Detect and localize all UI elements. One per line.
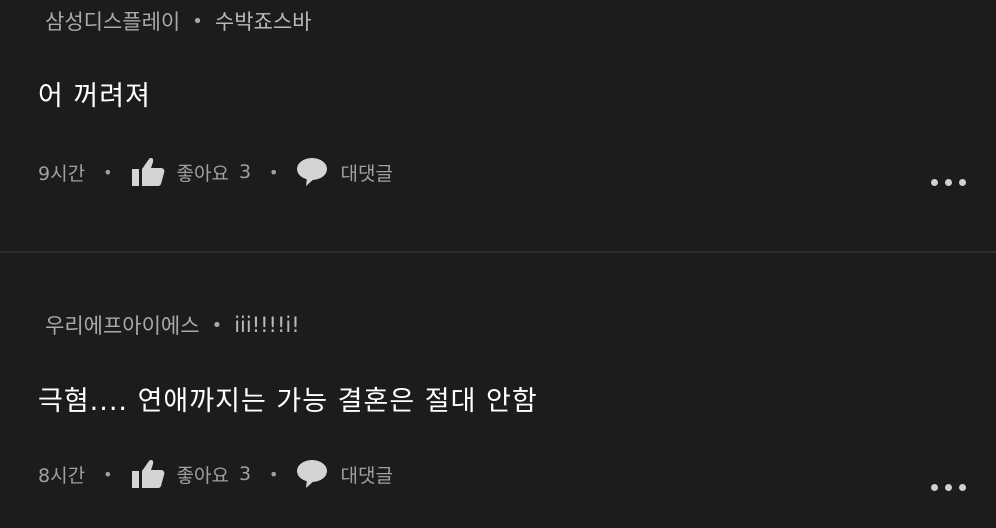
like-label: 좋아요 <box>176 464 229 487</box>
action-separator: • <box>103 162 113 182</box>
more-dots-icon <box>945 484 952 491</box>
meta-separator: • <box>192 10 203 32</box>
like-button[interactable]: 좋아요 3 <box>131 459 252 489</box>
thumbs-up-icon <box>131 157 165 187</box>
author-company[interactable]: 삼성디스플레이 <box>45 6 180 36</box>
comment-meta: 우리에프아이에스 • iii!!!!i! <box>45 310 300 340</box>
more-dots-icon <box>945 179 952 186</box>
reply-label: 대댓글 <box>340 162 393 185</box>
like-label: 좋아요 <box>176 162 229 185</box>
action-separator: • <box>103 464 113 484</box>
comment-meta: 삼성디스플레이 • 수박죠스바 <box>45 6 311 36</box>
reply-label: 대댓글 <box>340 464 393 487</box>
more-dots-icon <box>931 179 938 186</box>
reply-button[interactable]: 대댓글 <box>296 157 393 187</box>
comment-item: 우리에프아이에스 • iii!!!!i! 극혐.... 연애까지는 가능 결혼은… <box>0 253 996 528</box>
like-button[interactable]: 좋아요 3 <box>131 157 252 187</box>
meta-separator: • <box>211 314 223 336</box>
author-company[interactable]: 우리에프아이에스 <box>45 310 200 340</box>
comment-time: 8시간 <box>38 464 86 487</box>
like-count: 3 <box>238 463 252 485</box>
speech-bubble-icon <box>296 157 328 187</box>
comment-actions: 8시간 • 좋아요 3 • 대댓글 <box>38 459 393 489</box>
more-options-button[interactable] <box>931 179 966 186</box>
more-options-button[interactable] <box>931 484 966 491</box>
comment-actions: 9시간 • 좋아요 3 • 대댓글 <box>38 157 393 187</box>
comment-text: 극혐.... 연애까지는 가능 결혼은 절대 안함 <box>38 386 538 417</box>
reply-button[interactable]: 대댓글 <box>296 459 393 489</box>
more-dots-icon <box>931 484 938 491</box>
author-nickname[interactable]: iii!!!!i! <box>234 313 299 337</box>
thumbs-up-icon <box>131 459 165 489</box>
author-nickname[interactable]: 수박죠스바 <box>215 6 312 36</box>
comment-time: 9시간 <box>38 162 86 185</box>
action-separator: • <box>269 162 279 182</box>
speech-bubble-icon <box>296 459 328 489</box>
more-dots-icon <box>959 484 966 491</box>
comment-item: 삼성디스플레이 • 수박죠스바 어 꺼려져 9시간 • 좋아요 3 • 대댓글 <box>0 0 996 252</box>
like-count: 3 <box>238 161 252 183</box>
comment-text: 어 꺼려져 <box>38 81 151 112</box>
more-dots-icon <box>959 179 966 186</box>
action-separator: • <box>269 464 279 484</box>
